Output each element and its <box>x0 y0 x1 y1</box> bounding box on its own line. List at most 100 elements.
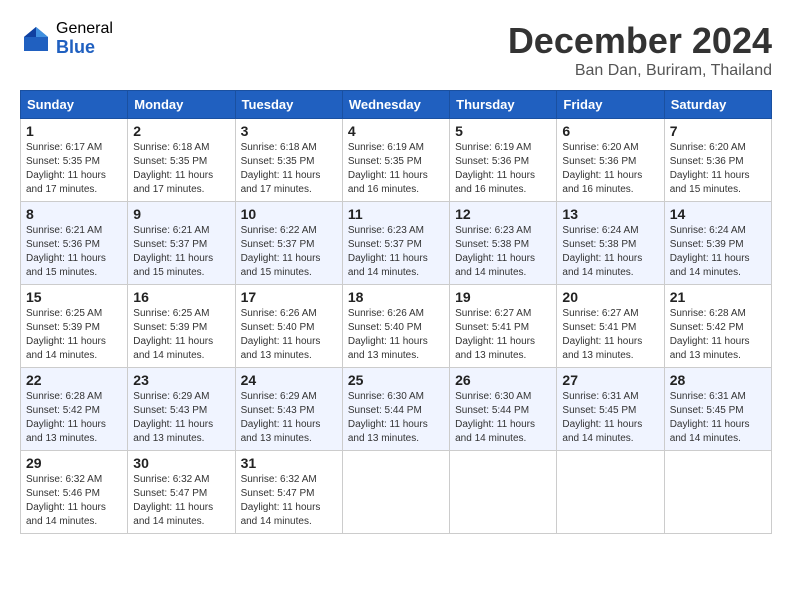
title-area: December 2024 Ban Dan, Buriram, Thailand <box>508 20 772 80</box>
day-cell: 22 Sunrise: 6:28 AM Sunset: 5:42 PM Dayl… <box>21 368 128 451</box>
day-cell: 12 Sunrise: 6:23 AM Sunset: 5:38 PM Dayl… <box>450 202 557 285</box>
logo: General Blue <box>20 20 113 57</box>
day-number: 27 <box>562 372 658 388</box>
day-info: Sunrise: 6:25 AM Sunset: 5:39 PM Dayligh… <box>26 307 122 363</box>
header-cell-tuesday: Tuesday <box>235 91 342 119</box>
header-cell-friday: Friday <box>557 91 664 119</box>
day-cell <box>450 451 557 534</box>
day-info: Sunrise: 6:28 AM Sunset: 5:42 PM Dayligh… <box>670 307 766 363</box>
day-cell: 29 Sunrise: 6:32 AM Sunset: 5:46 PM Dayl… <box>21 451 128 534</box>
day-info: Sunrise: 6:17 AM Sunset: 5:35 PM Dayligh… <box>26 141 122 197</box>
day-info: Sunrise: 6:27 AM Sunset: 5:41 PM Dayligh… <box>562 307 658 363</box>
day-number: 12 <box>455 206 551 222</box>
day-cell: 1 Sunrise: 6:17 AM Sunset: 5:35 PM Dayli… <box>21 119 128 202</box>
day-info: Sunrise: 6:32 AM Sunset: 5:47 PM Dayligh… <box>133 473 229 529</box>
week-row-4: 29 Sunrise: 6:32 AM Sunset: 5:46 PM Dayl… <box>21 451 772 534</box>
day-info: Sunrise: 6:29 AM Sunset: 5:43 PM Dayligh… <box>241 390 337 446</box>
day-cell: 10 Sunrise: 6:22 AM Sunset: 5:37 PM Dayl… <box>235 202 342 285</box>
day-info: Sunrise: 6:21 AM Sunset: 5:37 PM Dayligh… <box>133 224 229 280</box>
day-number: 25 <box>348 372 444 388</box>
day-info: Sunrise: 6:19 AM Sunset: 5:35 PM Dayligh… <box>348 141 444 197</box>
header: General Blue December 2024 Ban Dan, Buri… <box>20 20 772 80</box>
day-info: Sunrise: 6:30 AM Sunset: 5:44 PM Dayligh… <box>455 390 551 446</box>
day-info: Sunrise: 6:22 AM Sunset: 5:37 PM Dayligh… <box>241 224 337 280</box>
day-number: 20 <box>562 289 658 305</box>
day-number: 23 <box>133 372 229 388</box>
day-number: 30 <box>133 455 229 471</box>
day-number: 29 <box>26 455 122 471</box>
day-cell: 16 Sunrise: 6:25 AM Sunset: 5:39 PM Dayl… <box>128 285 235 368</box>
location-title: Ban Dan, Buriram, Thailand <box>508 62 772 80</box>
day-cell: 17 Sunrise: 6:26 AM Sunset: 5:40 PM Dayl… <box>235 285 342 368</box>
day-cell: 11 Sunrise: 6:23 AM Sunset: 5:37 PM Dayl… <box>342 202 449 285</box>
day-number: 18 <box>348 289 444 305</box>
day-cell: 8 Sunrise: 6:21 AM Sunset: 5:36 PM Dayli… <box>21 202 128 285</box>
day-info: Sunrise: 6:30 AM Sunset: 5:44 PM Dayligh… <box>348 390 444 446</box>
day-cell <box>342 451 449 534</box>
header-cell-sunday: Sunday <box>21 91 128 119</box>
day-info: Sunrise: 6:20 AM Sunset: 5:36 PM Dayligh… <box>670 141 766 197</box>
day-number: 28 <box>670 372 766 388</box>
day-info: Sunrise: 6:23 AM Sunset: 5:37 PM Dayligh… <box>348 224 444 280</box>
day-number: 22 <box>26 372 122 388</box>
day-cell: 3 Sunrise: 6:18 AM Sunset: 5:35 PM Dayli… <box>235 119 342 202</box>
header-cell-saturday: Saturday <box>664 91 771 119</box>
day-number: 4 <box>348 123 444 139</box>
day-info: Sunrise: 6:31 AM Sunset: 5:45 PM Dayligh… <box>670 390 766 446</box>
day-cell <box>664 451 771 534</box>
day-number: 2 <box>133 123 229 139</box>
day-number: 31 <box>241 455 337 471</box>
day-info: Sunrise: 6:26 AM Sunset: 5:40 PM Dayligh… <box>348 307 444 363</box>
day-number: 16 <box>133 289 229 305</box>
day-info: Sunrise: 6:21 AM Sunset: 5:36 PM Dayligh… <box>26 224 122 280</box>
calendar-table: SundayMondayTuesdayWednesdayThursdayFrid… <box>20 90 772 534</box>
month-title: December 2024 <box>508 20 772 62</box>
logo-icon <box>20 23 52 55</box>
logo-text: General Blue <box>56 20 113 57</box>
day-cell: 5 Sunrise: 6:19 AM Sunset: 5:36 PM Dayli… <box>450 119 557 202</box>
day-cell: 25 Sunrise: 6:30 AM Sunset: 5:44 PM Dayl… <box>342 368 449 451</box>
day-info: Sunrise: 6:24 AM Sunset: 5:39 PM Dayligh… <box>670 224 766 280</box>
day-info: Sunrise: 6:26 AM Sunset: 5:40 PM Dayligh… <box>241 307 337 363</box>
day-number: 13 <box>562 206 658 222</box>
day-number: 17 <box>241 289 337 305</box>
day-cell: 20 Sunrise: 6:27 AM Sunset: 5:41 PM Dayl… <box>557 285 664 368</box>
day-number: 9 <box>133 206 229 222</box>
day-info: Sunrise: 6:23 AM Sunset: 5:38 PM Dayligh… <box>455 224 551 280</box>
day-info: Sunrise: 6:25 AM Sunset: 5:39 PM Dayligh… <box>133 307 229 363</box>
day-info: Sunrise: 6:19 AM Sunset: 5:36 PM Dayligh… <box>455 141 551 197</box>
day-number: 21 <box>670 289 766 305</box>
week-row-3: 22 Sunrise: 6:28 AM Sunset: 5:42 PM Dayl… <box>21 368 772 451</box>
week-row-1: 8 Sunrise: 6:21 AM Sunset: 5:36 PM Dayli… <box>21 202 772 285</box>
day-number: 5 <box>455 123 551 139</box>
day-number: 1 <box>26 123 122 139</box>
day-info: Sunrise: 6:27 AM Sunset: 5:41 PM Dayligh… <box>455 307 551 363</box>
day-cell: 24 Sunrise: 6:29 AM Sunset: 5:43 PM Dayl… <box>235 368 342 451</box>
day-cell: 30 Sunrise: 6:32 AM Sunset: 5:47 PM Dayl… <box>128 451 235 534</box>
day-info: Sunrise: 6:18 AM Sunset: 5:35 PM Dayligh… <box>241 141 337 197</box>
day-cell: 13 Sunrise: 6:24 AM Sunset: 5:38 PM Dayl… <box>557 202 664 285</box>
day-number: 15 <box>26 289 122 305</box>
day-number: 3 <box>241 123 337 139</box>
day-info: Sunrise: 6:32 AM Sunset: 5:47 PM Dayligh… <box>241 473 337 529</box>
day-cell: 31 Sunrise: 6:32 AM Sunset: 5:47 PM Dayl… <box>235 451 342 534</box>
day-cell: 26 Sunrise: 6:30 AM Sunset: 5:44 PM Dayl… <box>450 368 557 451</box>
header-cell-wednesday: Wednesday <box>342 91 449 119</box>
day-cell: 7 Sunrise: 6:20 AM Sunset: 5:36 PM Dayli… <box>664 119 771 202</box>
logo-blue: Blue <box>56 38 113 58</box>
day-cell: 2 Sunrise: 6:18 AM Sunset: 5:35 PM Dayli… <box>128 119 235 202</box>
day-cell: 21 Sunrise: 6:28 AM Sunset: 5:42 PM Dayl… <box>664 285 771 368</box>
day-info: Sunrise: 6:24 AM Sunset: 5:38 PM Dayligh… <box>562 224 658 280</box>
day-info: Sunrise: 6:31 AM Sunset: 5:45 PM Dayligh… <box>562 390 658 446</box>
logo-general: General <box>56 20 113 38</box>
header-cell-monday: Monday <box>128 91 235 119</box>
day-number: 24 <box>241 372 337 388</box>
day-info: Sunrise: 6:29 AM Sunset: 5:43 PM Dayligh… <box>133 390 229 446</box>
day-number: 11 <box>348 206 444 222</box>
day-info: Sunrise: 6:20 AM Sunset: 5:36 PM Dayligh… <box>562 141 658 197</box>
header-row: SundayMondayTuesdayWednesdayThursdayFrid… <box>21 91 772 119</box>
day-info: Sunrise: 6:18 AM Sunset: 5:35 PM Dayligh… <box>133 141 229 197</box>
header-cell-thursday: Thursday <box>450 91 557 119</box>
day-cell: 15 Sunrise: 6:25 AM Sunset: 5:39 PM Dayl… <box>21 285 128 368</box>
day-cell: 19 Sunrise: 6:27 AM Sunset: 5:41 PM Dayl… <box>450 285 557 368</box>
